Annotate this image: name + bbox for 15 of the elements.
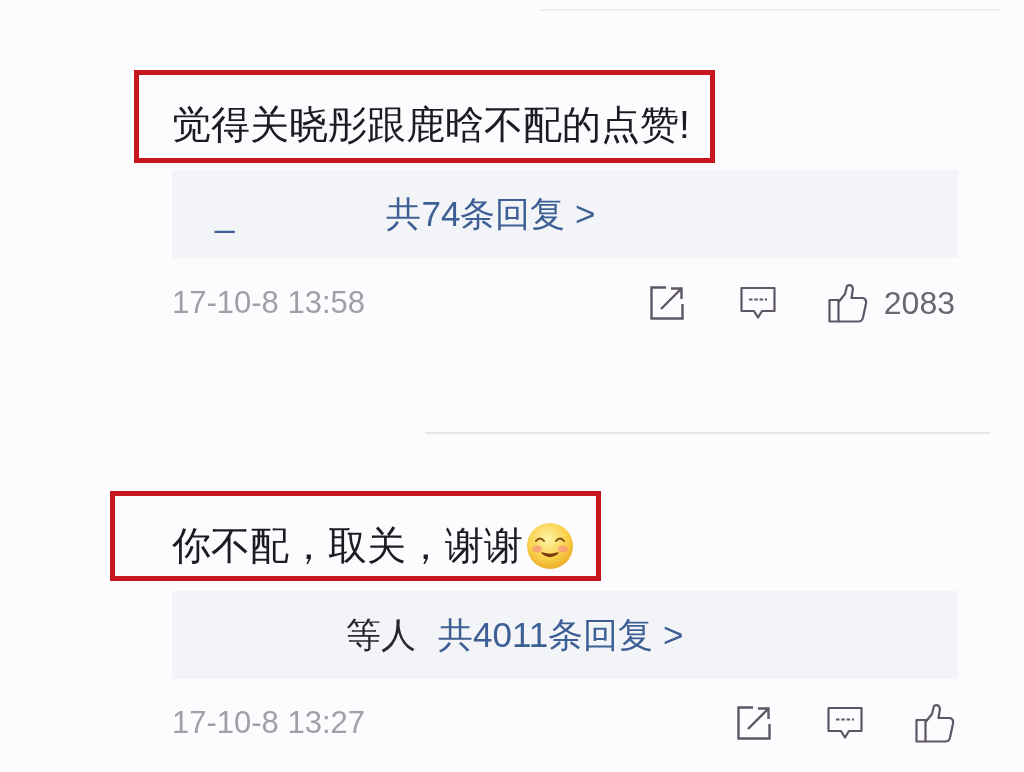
comment-icon[interactable] [827,706,863,740]
thumbs-up-icon[interactable] [827,283,868,323]
reply-users-suffix: 等人 [346,614,416,656]
comment-time: 17-10-8 13:27 [172,703,366,742]
share-icon[interactable] [648,285,685,321]
share-icon[interactable] [736,705,772,741]
reply-count-link[interactable]: 共4011条回复 > [438,614,684,656]
reply-count-link[interactable]: 共74条回复 > [386,193,596,235]
comment-text: 觉得关晓彤跟鹿晗不配的点赞! [172,103,690,147]
comment-text: 你不配，取关，谢谢 [172,524,523,568]
thumbs-up-icon[interactable] [915,703,955,743]
comment-time: 17-10-8 13:58 [172,283,366,322]
comment-icon[interactable] [739,286,776,320]
like-count: 2083 [883,284,955,323]
reply-user-names[interactable]: _ [215,193,235,235]
